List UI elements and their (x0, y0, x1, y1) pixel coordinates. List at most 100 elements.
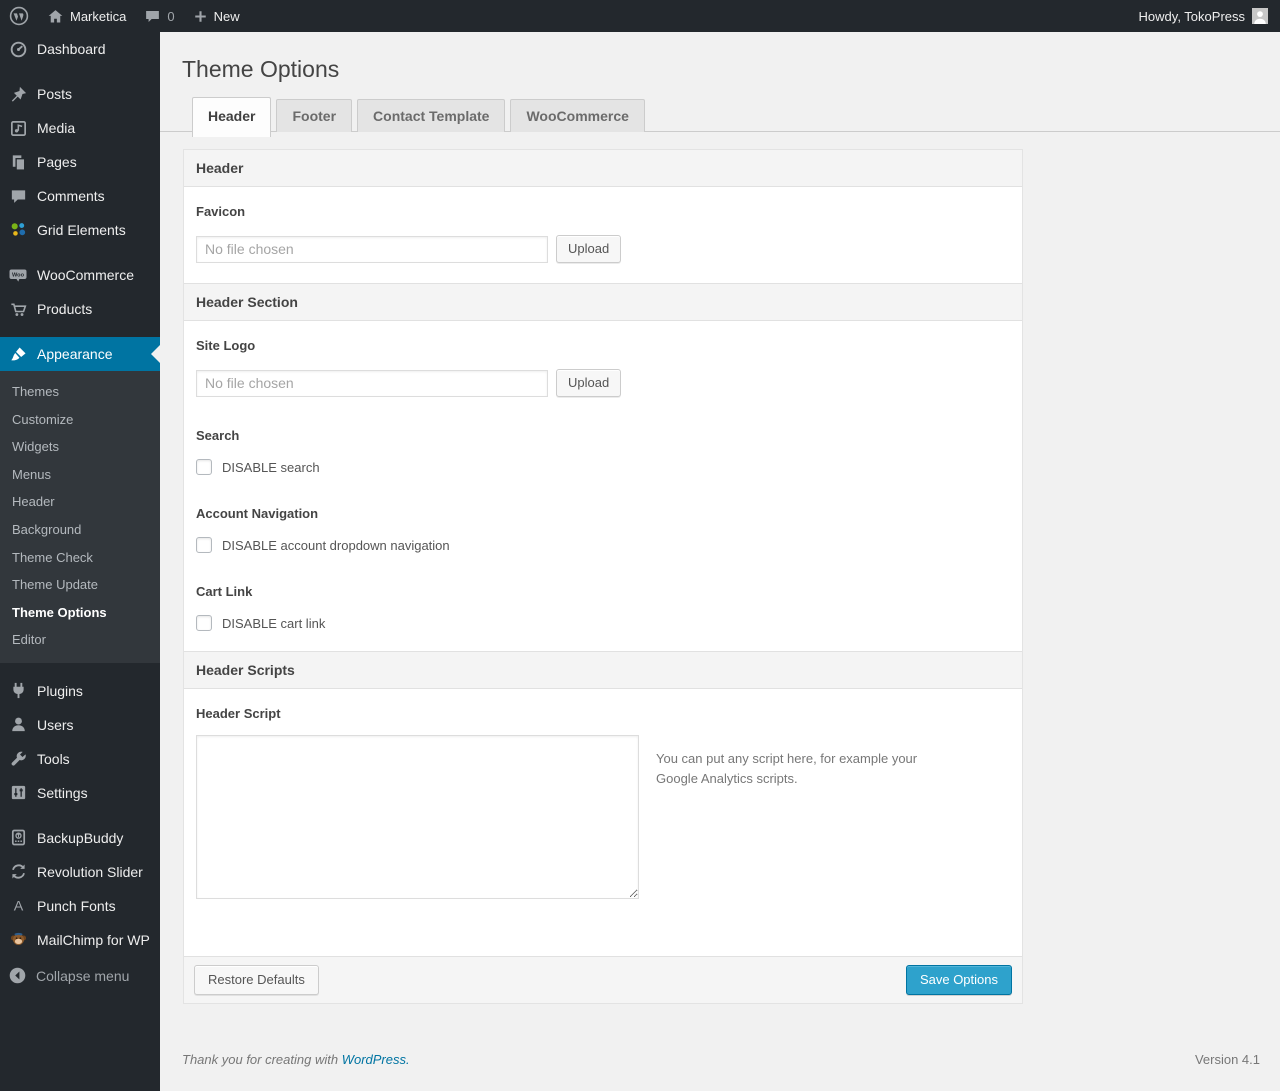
submenu-item-header[interactable]: Header (0, 488, 160, 516)
tab-contact-template[interactable]: Contact Template (357, 99, 506, 132)
sidebar-item-appearance[interactable]: Appearance (0, 337, 160, 371)
pin-icon (8, 84, 28, 104)
mailchimp-monkey-icon (8, 930, 28, 950)
sidebar-item-grid-elements[interactable]: Grid Elements (0, 213, 160, 247)
favicon-field: Favicon Upload (196, 204, 1002, 263)
site-link[interactable]: Marketica (38, 0, 135, 32)
my-account-menu[interactable]: Howdy, TokoPress (1127, 8, 1280, 24)
sidebar-item-label: Media (37, 120, 76, 136)
submenu-item-menus[interactable]: Menus (0, 461, 160, 489)
admin-footer: Thank you for creating with WordPress. V… (182, 1052, 1260, 1067)
submenu-label: Widgets (12, 439, 59, 455)
new-label: New (213, 8, 240, 24)
sidebar-item-label: Revolution Slider (37, 863, 143, 880)
submenu-label: Customize (12, 411, 74, 427)
sidebar-item-label: Posts (37, 86, 73, 102)
svg-text:Woo: Woo (12, 273, 25, 279)
sidebar-item-label: Grid Elements (37, 222, 126, 238)
submenu-label: Theme Check (12, 549, 93, 565)
sidebar-item-woocommerce[interactable]: Woo WooCommerce (0, 258, 160, 292)
submenu-label: Theme Options (12, 604, 107, 620)
favicon-upload-button[interactable]: Upload (556, 235, 622, 263)
plugin-icon (8, 681, 28, 701)
comments-icon (8, 186, 28, 206)
header-script-textarea[interactable] (196, 735, 639, 899)
howdy-text: Howdy, TokoPress (1138, 8, 1245, 24)
disable-cart-link-label[interactable]: DISABLE cart link (222, 616, 325, 631)
section-header-title: Header (184, 150, 1022, 187)
sidebar-item-settings[interactable]: Settings (0, 776, 160, 810)
sidebar-item-label: Users (37, 716, 74, 733)
search-label: Search (196, 428, 240, 443)
section-header-section-body: Site Logo Upload Search DISABLE search A… (184, 321, 1022, 651)
sidebar-item-punch-fonts[interactable]: A Punch Fonts (0, 889, 160, 923)
theme-options-tabs: Header Footer Contact Template WooCommer… (160, 97, 1280, 137)
sidebar-item-backupbuddy[interactable]: BackupBuddy (0, 821, 160, 855)
submenu-label: Themes (12, 384, 59, 399)
site-logo-upload-button[interactable]: Upload (556, 369, 622, 397)
sidebar-item-pages[interactable]: Pages (0, 145, 160, 179)
submenu-item-theme-check[interactable]: Theme Check (0, 544, 160, 572)
sidebar-item-tools[interactable]: Tools (0, 742, 160, 776)
submenu-item-widgets[interactable]: Widgets (0, 433, 160, 461)
collapse-menu-button[interactable]: Collapse menu (0, 959, 160, 993)
admin-menu: Dashboard Posts Media Pages Comments Gri… (0, 32, 160, 1091)
sidebar-item-posts[interactable]: Posts (0, 77, 160, 111)
site-logo-file-input[interactable] (196, 369, 548, 397)
submenu-item-theme-update[interactable]: Theme Update (0, 571, 160, 599)
disable-cart-link-checkbox[interactable] (196, 615, 212, 631)
sidebar-item-mailchimp[interactable]: MailChimp for WP (0, 923, 160, 957)
tab-footer[interactable]: Footer (276, 99, 353, 132)
comments-count: 0 (167, 8, 175, 24)
letter-a-icon: A (8, 896, 28, 916)
sidebar-item-dashboard[interactable]: Dashboard (0, 32, 160, 66)
submenu-item-editor[interactable]: Editor (0, 626, 160, 654)
submenu-item-customize[interactable]: Customize (0, 406, 160, 434)
sidebar-item-products[interactable]: Products (0, 292, 160, 326)
section-header-body: Favicon Upload (184, 187, 1022, 283)
save-options-button[interactable]: Save Options (905, 965, 1012, 995)
submenu-item-theme-options[interactable]: Theme Options (0, 599, 160, 627)
disable-search-label[interactable]: DISABLE search (222, 460, 320, 475)
sidebar-item-comments[interactable]: Comments (0, 179, 160, 213)
menu-separator (0, 66, 160, 77)
submenu-item-themes[interactable]: Themes (0, 378, 160, 406)
comment-bubble-icon (144, 8, 161, 25)
menu-separator (0, 810, 160, 821)
menu-separator (0, 247, 160, 258)
sidebar-item-label: Products (37, 301, 93, 317)
footer-thanks-prefix: Thank you for creating with (182, 1052, 342, 1067)
disable-search-checkbox[interactable] (196, 459, 212, 475)
plus-icon (193, 9, 208, 24)
wordpress-link[interactable]: WordPress. (342, 1052, 410, 1067)
collapse-menu-label: Collapse menu (36, 967, 130, 984)
section-header-scripts-title: Header Scripts (184, 651, 1022, 689)
disable-account-navigation-checkbox[interactable] (196, 537, 212, 553)
submenu-item-background[interactable]: Background (0, 516, 160, 544)
menu-separator (0, 663, 160, 674)
wrench-icon (8, 749, 28, 769)
sidebar-item-label: Tools (37, 750, 70, 767)
sidebar-item-label: Punch Fonts (37, 897, 116, 914)
tab-header[interactable]: Header (192, 97, 272, 137)
sidebar-item-plugins[interactable]: Plugins (0, 674, 160, 708)
header-script-help-text: You can put any script here, for example… (656, 751, 918, 787)
grid-elements-icon (8, 220, 28, 240)
avatar (1252, 8, 1268, 24)
disable-account-navigation-label[interactable]: DISABLE account dropdown navigation (222, 538, 450, 553)
rotate-arrows-icon (8, 862, 28, 882)
new-content-menu[interactable]: New (184, 0, 249, 32)
sidebar-item-revolution-slider[interactable]: Revolution Slider (0, 855, 160, 889)
theme-options-panel: Header Favicon Upload Header Section Sit… (183, 149, 1023, 1004)
sidebar-item-label: Dashboard (37, 41, 106, 57)
section-header-scripts-body: Header Script You can put any script her… (184, 689, 1022, 956)
wordpress-logo-menu[interactable] (0, 0, 38, 32)
tab-woocommerce[interactable]: WooCommerce (510, 99, 645, 132)
restore-defaults-button[interactable]: Restore Defaults (194, 965, 319, 995)
sidebar-item-media[interactable]: Media (0, 111, 160, 145)
submenu-label: Menus (12, 466, 52, 482)
comments-admin-bar[interactable]: 0 (135, 0, 183, 32)
section-header-section-title: Header Section (184, 283, 1022, 321)
sidebar-item-users[interactable]: Users (0, 708, 160, 742)
favicon-file-input[interactable] (196, 235, 548, 263)
